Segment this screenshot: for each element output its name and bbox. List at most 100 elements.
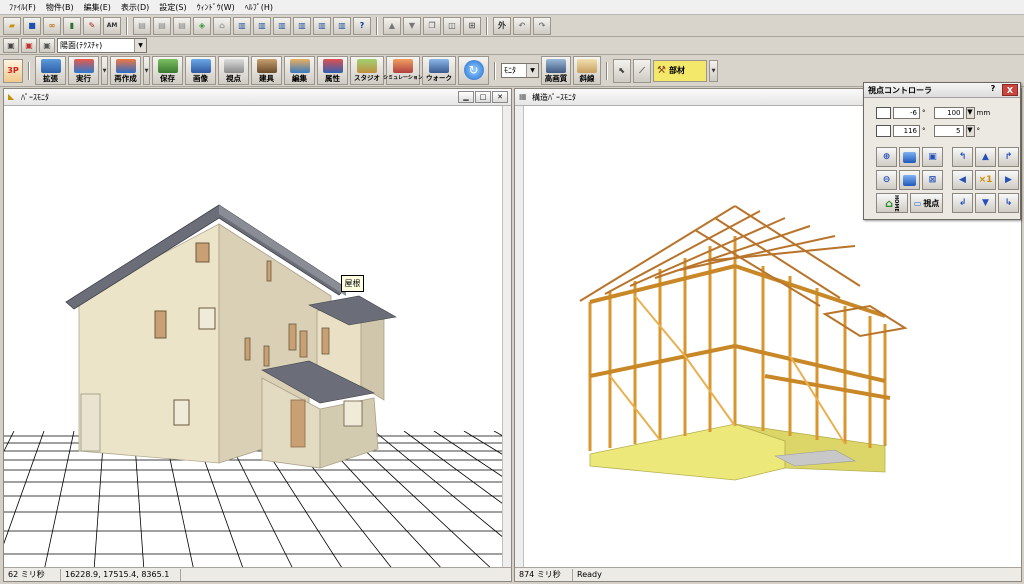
am-button[interactable]: AM <box>103 16 121 35</box>
execute-dropdown-icon[interactable]: ▼ <box>101 56 108 85</box>
arrow-right-icon[interactable]: ▶ <box>998 170 1019 190</box>
rotate-right-down-icon[interactable]: ↳ <box>998 193 1019 213</box>
horizontal-angle-field[interactable]: -6 <box>893 107 920 119</box>
menu-help[interactable]: ﾍﾙﾌﾟ(H) <box>240 0 278 15</box>
arrow-left-icon[interactable]: ◀ <box>952 170 973 190</box>
perspective-viewport[interactable] <box>4 106 511 567</box>
viewpoint-title-bar[interactable]: 視点コントローラ ? X <box>864 83 1020 98</box>
view-up-icon[interactable] <box>899 147 920 167</box>
attribute-icon <box>322 59 343 73</box>
simulation-button[interactable]: シミュレーション <box>383 56 423 85</box>
vertical-angle-field[interactable]: 116 <box>893 125 920 137</box>
studio-button[interactable]: スタジオ <box>350 56 384 85</box>
arrow-up-icon[interactable]: ▲ <box>383 16 401 35</box>
exterior-button[interactable]: 外 <box>493 16 511 35</box>
close-icon[interactable]: ✕ <box>492 91 508 103</box>
parts-button[interactable]: ⚒ 部材 <box>653 59 707 82</box>
fit-all-icon[interactable]: ⊠ <box>922 170 943 190</box>
tile-icon[interactable]: ⊞ <box>463 16 481 35</box>
arrow-down-icon[interactable]: ▼ <box>975 193 996 213</box>
chevron-down-icon[interactable]: ▼ <box>965 125 975 137</box>
edit-icon[interactable]: ✎ <box>83 16 101 35</box>
recreate-dropdown-icon[interactable]: ▼ <box>143 56 150 85</box>
structure-scrollbar[interactable] <box>515 106 524 567</box>
rotate-left-down-icon[interactable]: ↲ <box>952 193 973 213</box>
window <box>195 242 210 263</box>
expand-button[interactable]: 拡張 <box>35 56 66 85</box>
spec-icon[interactable]: ▥ <box>293 16 311 35</box>
image-button[interactable]: 画像 <box>185 56 216 85</box>
rotate-left-up-icon[interactable]: ↰ <box>952 147 973 167</box>
select-cursor-icon[interactable]: ⬉ <box>613 58 631 83</box>
slope-line-button[interactable]: 斜線 <box>573 56 601 85</box>
grid-icon[interactable]: ▤ <box>133 16 151 35</box>
parts-dropdown-icon[interactable]: ▼ <box>709 59 718 82</box>
close-button[interactable]: X <box>1002 84 1018 96</box>
schedule-icon[interactable]: ▥ <box>273 16 291 35</box>
zoom-in-icon[interactable]: ⊕ <box>876 147 897 167</box>
rotate-right-up-icon[interactable]: ↱ <box>998 147 1019 167</box>
separator <box>486 16 488 35</box>
bottle-icon[interactable]: ▮ <box>63 16 81 35</box>
help-cursor-icon[interactable]: ? <box>353 16 371 35</box>
step-distance-unit: mm <box>976 109 991 117</box>
house-icon[interactable]: ⌂ <box>213 16 231 35</box>
open-icon[interactable]: ▰ <box>3 16 21 35</box>
performance-icon[interactable]: ▥ <box>233 16 251 35</box>
tile-icon[interactable]: ◫ <box>443 16 461 35</box>
cube-icon[interactable]: ▣ <box>3 38 19 53</box>
fit-view-icon[interactable]: ▣ <box>922 147 943 167</box>
save-view-button[interactable]: 保存 <box>152 56 183 85</box>
menu-file[interactable]: ﾌｧｲﾙ(F) <box>4 0 41 15</box>
perspective-scrollbar[interactable] <box>502 106 511 567</box>
menu-settings[interactable]: 設定(S) <box>154 0 191 15</box>
menu-view[interactable]: 表示(D) <box>116 0 154 15</box>
cube-red-icon[interactable]: ▣ <box>21 38 37 53</box>
attribute-button[interactable]: 属性 <box>317 56 348 85</box>
application-icon[interactable]: ▥ <box>253 16 271 35</box>
view-down-icon[interactable] <box>899 170 920 190</box>
zoom-out-icon[interactable]: ⊖ <box>876 170 897 190</box>
execute-button[interactable]: 実行 <box>68 56 99 85</box>
render-mode-select[interactable]: 陽面(ﾃｸｽﾁｬ) ▼ <box>57 38 147 53</box>
link-icon[interactable]: ∞ <box>43 16 61 35</box>
grid-icon[interactable]: ▤ <box>173 16 191 35</box>
arrow-down-icon[interactable]: ▼ <box>403 16 421 35</box>
perspective-title-bar[interactable]: ◣ ﾊﾟｰｽﾓﾆﾀ ▁ □ ✕ <box>4 89 511 106</box>
step-distance-select[interactable]: 100 <box>933 107 964 119</box>
edit-button[interactable]: 編集 <box>284 56 315 85</box>
window <box>244 337 251 361</box>
step-angle-select[interactable]: 5 <box>933 125 964 137</box>
front-door <box>290 399 306 448</box>
viewpoint-button[interactable]: 視点 <box>218 56 249 85</box>
fittings-button[interactable]: 建具 <box>251 56 282 85</box>
save-icon[interactable]: ■ <box>23 16 41 35</box>
home-button[interactable]: ⌂ HOME <box>876 193 908 213</box>
house-render[interactable] <box>4 106 511 567</box>
cube-shaded-icon[interactable]: ▣ <box>39 38 55 53</box>
material-icon[interactable]: ▥ <box>313 16 331 35</box>
arrow-up-icon[interactable]: ▲ <box>975 147 996 167</box>
pen-icon[interactable]: ⟋ <box>633 58 651 83</box>
help-button[interactable]: ? <box>986 84 1000 96</box>
zoom-x1-button[interactable]: ×1 <box>975 170 996 190</box>
high-quality-button[interactable]: 高画質 <box>541 56 571 85</box>
estimate-icon[interactable]: ▥ <box>333 16 351 35</box>
viewpoint-set-button[interactable]: ▭ 視点 <box>910 193 943 213</box>
undo-icon[interactable]: ↶ <box>513 16 531 35</box>
redo-icon[interactable]: ↷ <box>533 16 551 35</box>
shield-icon[interactable]: ◈ <box>193 16 211 35</box>
maximize-icon[interactable]: □ <box>475 91 491 103</box>
grid-icon[interactable]: ▤ <box>153 16 171 35</box>
menu-edit[interactable]: 編集(E) <box>79 0 116 15</box>
cascade-icon[interactable]: ❐ <box>423 16 441 35</box>
3p-button[interactable]: 3P <box>3 58 23 83</box>
chevron-down-icon[interactable]: ▼ <box>965 107 975 119</box>
recreate-button[interactable]: 再作成 <box>110 56 141 85</box>
menu-window[interactable]: ｳｨﾝﾄﾞｳ(W) <box>192 0 240 15</box>
walk-button[interactable]: ウォーク <box>422 56 456 85</box>
minimize-icon[interactable]: ▁ <box>458 91 474 103</box>
menu-property[interactable]: 物件(B) <box>41 0 79 15</box>
refresh-button[interactable]: ↻ <box>458 56 489 85</box>
monitor-select[interactable]: ﾓﾆﾀ ▼ <box>501 63 539 78</box>
